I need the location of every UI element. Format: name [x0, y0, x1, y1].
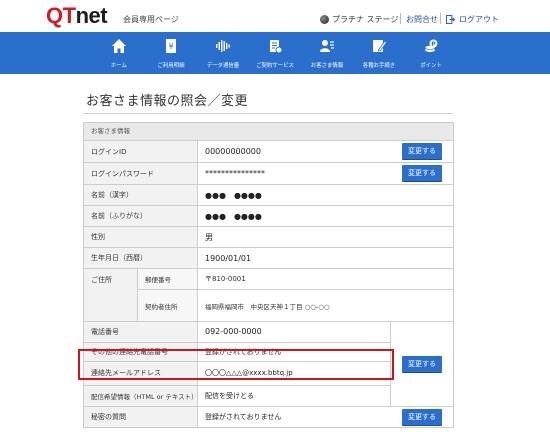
birthday-value: 1900/01/01	[205, 253, 252, 263]
email-highlight-box	[78, 349, 394, 380]
nav-item-billing[interactable]: ¥ ご利用明細	[145, 32, 197, 74]
nav-label: お客さま情報	[310, 62, 344, 69]
table-row: 名前（ふりがな） ●●● ●●●●	[84, 206, 453, 227]
logout-label: ログアウト	[459, 15, 499, 24]
user-icon	[320, 40, 334, 52]
login-id-value: 00000000000	[205, 147, 261, 156]
globe-icon	[320, 15, 329, 24]
postal-code-label: 郵便番号	[138, 269, 198, 289]
change-login-id-button[interactable]: 変更する	[402, 143, 442, 160]
password-value: ***************	[205, 169, 265, 178]
row-label: 秘密の質問	[84, 407, 198, 427]
nav-label: ホーム	[110, 62, 128, 69]
table-row: 名前（漢字） ●●● ●●●●	[84, 185, 453, 206]
logout-icon	[446, 15, 455, 24]
row-label: 名前（漢字）	[84, 185, 198, 205]
customer-info-table: お客さま情報 ログインID 00000000000 変更する ログインパスワード…	[83, 122, 454, 428]
pencil-icon	[373, 40, 387, 52]
receipt-icon: ¥	[166, 39, 176, 53]
name-kana-value: ●●● ●●●●	[205, 211, 262, 221]
qtnet-logo[interactable]: QTnet	[46, 5, 108, 27]
page-title: お客さま情報の照会／変更	[86, 94, 249, 109]
nav-label: ポイント	[420, 62, 442, 69]
svg-text:P: P	[431, 41, 436, 48]
table-row: ログインパスワード *************** 変更する	[84, 163, 453, 185]
row-label: 配信希望情報（HTML or テキスト）	[84, 385, 198, 407]
coin-icon: P	[424, 39, 438, 52]
nav-item-customer-info[interactable]: お客さま情報	[301, 32, 353, 74]
nav-item-home[interactable]: ホーム	[93, 32, 145, 74]
nav-label: ご契約サービス	[256, 62, 294, 69]
divider	[400, 13, 401, 24]
nav-item-points[interactable]: P ポイント	[405, 32, 457, 74]
table-row: 生年月日（西暦） 1900/01/01	[84, 248, 453, 269]
name-kanji-value: ●●● ●●●●	[205, 190, 262, 200]
section-title: お客さま情報	[84, 123, 453, 141]
svg-text:¥: ¥	[168, 42, 173, 51]
nav-label: 各種お手続き	[362, 62, 396, 69]
table-row: ログインID 00000000000 変更する	[84, 141, 453, 163]
row-label: ログインID	[84, 141, 198, 162]
contract-address-label: 契約者住所	[138, 290, 198, 321]
contract-address-value: 福岡県福岡市 中央区天神１丁目 ○○-○○	[205, 302, 330, 311]
change-contact-button[interactable]: 変更する	[402, 355, 442, 373]
title-divider	[83, 113, 453, 114]
table-row: ご住所 郵便番号 〒810-0001 契約者住所 福岡県福岡市 中央区天神１丁目…	[84, 269, 453, 322]
waveform-icon	[216, 40, 230, 52]
row-label: 電話番号	[84, 322, 198, 342]
secret-question-value: 登録がされておりません	[205, 413, 282, 421]
rank-label: プラチナ ステージ	[332, 15, 399, 24]
table-row: 秘密の質問 登録がされておりません 変更する	[84, 407, 453, 427]
divider	[440, 13, 441, 24]
gender-value: 男	[205, 232, 213, 242]
postal-code-value: 〒810-0001	[205, 275, 246, 283]
phone-value: 092-000-0000	[205, 327, 262, 337]
nav-item-procedures[interactable]: 各種お手続き	[353, 32, 405, 74]
member-page-subtitle: 会員専用ページ	[123, 15, 179, 24]
table-row: 性別 男	[84, 227, 453, 248]
home-icon	[112, 39, 126, 53]
nav-item-data-usage[interactable]: データ通信量	[197, 32, 249, 74]
row-label: 性別	[84, 227, 198, 247]
row-label: ログインパスワード	[84, 163, 198, 184]
nav-label: ご利用明細	[157, 62, 185, 69]
nav-item-contract-services[interactable]: ご契約サービス	[249, 32, 301, 74]
row-label: 名前（ふりがな）	[84, 206, 198, 226]
delivery-value: 配信を受けとる	[205, 391, 254, 400]
row-label: 生年月日（西暦）	[84, 248, 198, 268]
change-password-button[interactable]: 変更する	[402, 165, 442, 182]
rank-status: プラチナ ステージ	[320, 14, 398, 25]
contact-link[interactable]: お問合せ	[406, 14, 438, 25]
clipboard-icon	[270, 40, 283, 54]
nav-label: データ通信量	[206, 62, 240, 69]
main-nav: ホーム ¥ ご利用明細 データ通信量 ご契約サービス お客さま情報 各種お手続き…	[0, 32, 550, 74]
logout-link[interactable]: ログアウト	[446, 14, 499, 25]
change-secret-question-button[interactable]: 変更する	[402, 408, 442, 426]
header: QTnet 会員専用ページ プラチナ ステージ お問合せ ログアウト	[0, 0, 550, 32]
row-label: ご住所	[84, 269, 138, 321]
